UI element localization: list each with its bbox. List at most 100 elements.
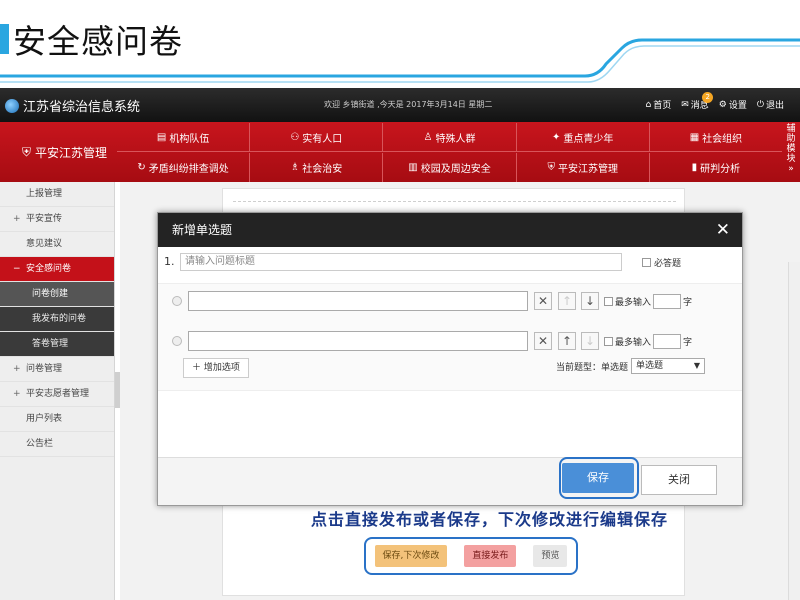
top-links: ⌂ 首页 ✉ 消息 2 ⚙ 设置 ⏻ 退出	[645, 92, 784, 112]
nav-item-safe-jiangsu[interactable]: ⛨ 平安江苏管理	[517, 153, 650, 182]
close-icon[interactable]: ✕	[716, 213, 730, 247]
max-length-label: 最多输入	[615, 298, 652, 308]
sidebar-subitem-my-surveys[interactable]: 我发布的问卷	[0, 307, 114, 332]
max-length-unit: 字	[683, 298, 693, 308]
save-draft-button[interactable]: 保存,下次修改	[374, 545, 448, 567]
app-title: 江苏省综治信息系统	[23, 100, 141, 115]
max-length-unit: 字	[683, 338, 693, 348]
sidebar-item-suggestions[interactable]: 意见建议	[0, 232, 114, 257]
nav-item-disputes[interactable]: ↻ 矛盾纠纷排查调处	[117, 153, 251, 182]
shield-icon: ⛨	[22, 145, 32, 159]
question-title-input[interactable]: 请输入问题标题	[180, 253, 622, 271]
max-length-setting: 最多输入 字	[604, 294, 692, 309]
nav-item-analysis[interactable]: ▮ 研判分析	[650, 153, 782, 182]
nav-item-campus-safety[interactable]: ▥ 校园及周边安全	[383, 153, 517, 182]
collapse-icon: −	[13, 264, 21, 274]
move-down-button[interactable]: ↓	[581, 292, 599, 310]
publish-button[interactable]: 直接发布	[464, 545, 517, 567]
option-input[interactable]	[188, 291, 528, 311]
dialog-title: 新增单选题	[172, 223, 233, 237]
max-length-input[interactable]	[653, 334, 682, 349]
preview-button[interactable]: 预览	[533, 545, 568, 567]
sidebar: 上报管理 + 平安宣传 意见建议 − 安全感问卷 问卷创建 我发布的问卷 答卷管理 …	[0, 182, 115, 600]
nav-brand[interactable]: ⛨ 平安江苏管理	[22, 144, 107, 161]
nav-label: 社会治安	[302, 164, 343, 175]
building-icon: ▤	[156, 131, 167, 143]
question-number: 1.	[164, 255, 175, 268]
sidebar-item-security-survey[interactable]: − 安全感问卷	[0, 257, 114, 282]
nav-item-population[interactable]: ⚇ 实有人口	[250, 123, 384, 151]
messages-link[interactable]: ✉ 消息 2	[681, 92, 714, 111]
nav-item-public-security[interactable]: ♗ 社会治安	[250, 153, 384, 182]
sidebar-item-label: 问卷管理	[26, 364, 63, 374]
app-logo[interactable]: 江苏省综治信息系统	[5, 96, 140, 115]
home-link[interactable]: ⌂ 首页	[645, 98, 672, 112]
nav-label: 平安江苏管理	[557, 164, 618, 175]
caret-down-icon: ▼	[693, 361, 701, 370]
title-accent-bar	[0, 24, 9, 54]
nav-label: 研判分析	[700, 164, 741, 175]
instruction-text: 点击直接发布或者保存，下次修改进行编辑保存	[311, 510, 669, 529]
sidebar-item-label: 我发布的问卷	[32, 314, 87, 324]
sidebar-item-users[interactable]: 用户列表	[0, 407, 114, 432]
sidebar-item-bulletin[interactable]: 公告栏	[0, 432, 114, 457]
org-icon: ▦	[689, 131, 700, 143]
nav-item-social-orgs[interactable]: ▦ 社会组织	[650, 123, 782, 151]
radio-icon	[172, 296, 182, 306]
expand-icon: +	[13, 389, 21, 399]
delete-option-button[interactable]: ✕	[534, 292, 552, 310]
double-chevron-down-icon: »	[788, 164, 794, 174]
sidebar-item-report-mgmt[interactable]: 上报管理	[0, 182, 114, 207]
sidebar-item-label: 平安志愿者管理	[26, 389, 90, 399]
scrollbar[interactable]	[788, 262, 800, 600]
nav-label: 实有人口	[302, 133, 343, 145]
nav-label: 矛盾纠纷排查调处	[148, 164, 229, 175]
question-type-value: 单选题	[636, 361, 664, 371]
settings-link[interactable]: ⚙ 设置	[718, 98, 747, 112]
max-length-checkbox[interactable]	[604, 297, 613, 306]
nav-item-special-groups[interactable]: ♙ 特殊人群	[383, 123, 517, 151]
nav-brand-label: 平安江苏管理	[35, 146, 108, 160]
max-length-input[interactable]	[653, 294, 682, 309]
logout-link[interactable]: ⏻ 退出	[757, 98, 784, 112]
sidebar-subitem-answers[interactable]: 答卷管理	[0, 332, 114, 357]
required-label: 必答题	[654, 259, 682, 269]
close-button[interactable]: 关闭	[641, 465, 717, 495]
sidebar-item-volunteers[interactable]: + 平安志愿者管理	[0, 382, 114, 407]
move-up-button[interactable]: ↑	[558, 332, 576, 350]
question-type-selector: 当前题型：单选题 单选题 ▼	[556, 358, 706, 374]
radio-icon	[172, 336, 182, 346]
gear-icon: ⚙	[718, 99, 727, 110]
option-row: ✕ ↑ ↓ 最多输入 字	[172, 331, 732, 351]
officer-icon: ♗	[290, 162, 300, 173]
add-option-label: 增加选项	[203, 363, 240, 373]
refresh-icon: ↻	[137, 162, 146, 173]
sidebar-item-label: 问卷创建	[32, 289, 69, 299]
nav-item-institutions[interactable]: ▤ 机构队伍	[117, 123, 251, 151]
mail-icon: ✉	[681, 99, 689, 110]
sidebar-item-label: 意见建议	[26, 239, 63, 249]
required-checkbox[interactable]	[642, 258, 651, 267]
message-count-badge: 2	[702, 92, 714, 103]
nav-row-1: ▤ 机构队伍 ⚇ 实有人口 ♙ 特殊人群 ✦ 重点青少年 ▦ 社会组织	[117, 123, 782, 152]
sidebar-item-publicity[interactable]: + 平安宣传	[0, 207, 114, 232]
max-length-checkbox[interactable]	[604, 337, 613, 346]
delete-option-button[interactable]: ✕	[534, 332, 552, 350]
dialog-header: 新增单选题 ✕	[158, 213, 742, 247]
slide-title: 安全感问卷	[0, 14, 183, 64]
required-toggle[interactable]: 必答题	[642, 256, 681, 269]
question-type-select[interactable]: 单选题 ▼	[631, 358, 706, 374]
sidebar-item-survey-mgmt[interactable]: + 问卷管理	[0, 357, 114, 382]
max-length-setting: 最多输入 字	[604, 334, 692, 349]
sidebar-subitem-create-survey[interactable]: 问卷创建	[0, 282, 114, 307]
school-icon: ▥	[408, 162, 418, 173]
question-type-label: 当前题型：单选题	[556, 362, 629, 373]
helper-module-toggle[interactable]: 辅助模块 »	[784, 124, 798, 174]
shield-icon: ⛨	[547, 162, 555, 173]
home-label: 首页	[653, 101, 672, 111]
nav-item-youth[interactable]: ✦ 重点青少年	[517, 123, 650, 151]
option-input[interactable]	[188, 331, 528, 351]
add-option-button[interactable]: ＋ 增加选项	[183, 358, 249, 378]
move-down-button: ↓	[581, 332, 599, 350]
save-button[interactable]: 保存	[562, 463, 634, 493]
